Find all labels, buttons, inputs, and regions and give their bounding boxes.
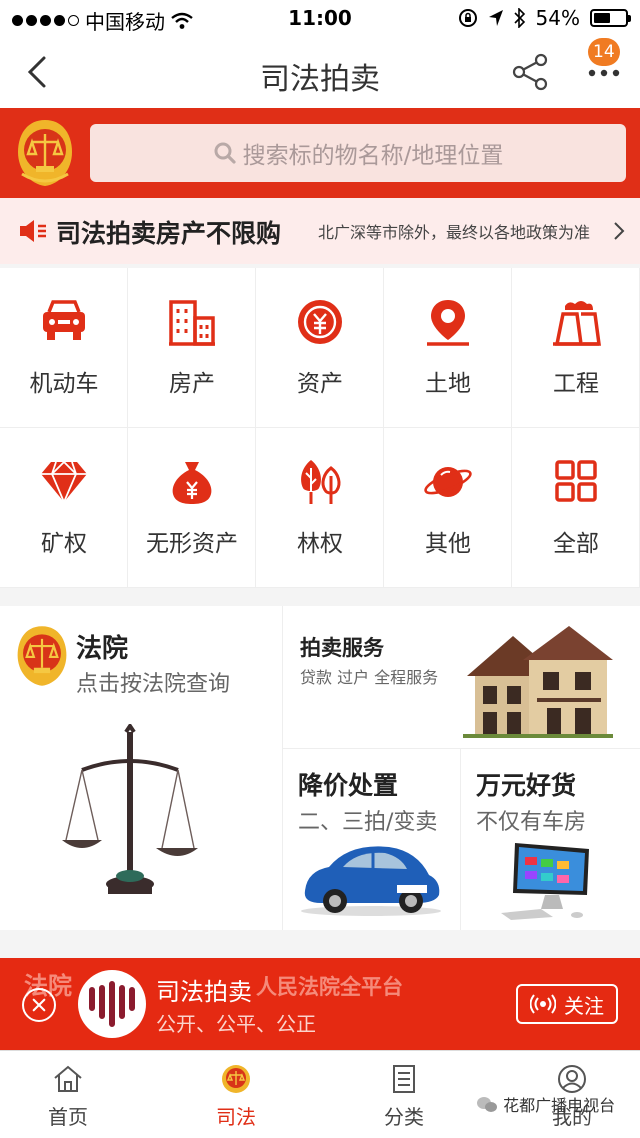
car-image xyxy=(301,846,441,916)
price-cut-title: 降价处置 xyxy=(298,771,399,800)
court-emblem-icon xyxy=(17,626,67,686)
location-arrow-icon xyxy=(488,10,503,26)
chevron-right-icon xyxy=(614,222,625,240)
category-label: 土地 xyxy=(425,371,471,397)
diamond-icon xyxy=(41,460,87,505)
category-label: 机动车 xyxy=(29,371,99,397)
court-emblem-icon xyxy=(222,1065,250,1093)
battery-icon xyxy=(590,9,631,27)
account-avatar xyxy=(78,970,146,1038)
category-forest-rights[interactable]: 林权 xyxy=(256,428,384,588)
search-input[interactable]: 搜索标的物名称/地理位置 xyxy=(90,124,626,182)
follow-button[interactable]: 关注 xyxy=(516,984,618,1024)
battery-percent: 54% xyxy=(535,6,580,30)
search-icon xyxy=(214,142,236,164)
category-label: 矿权 xyxy=(41,531,87,557)
category-assets[interactable]: 资产 xyxy=(256,268,384,428)
user-icon xyxy=(558,1065,586,1093)
price-cut-card[interactable]: 降价处置 二、三拍/变卖 xyxy=(283,749,460,930)
bargain-goods-card[interactable]: 万元好货 不仅有车房 xyxy=(461,749,640,930)
computer-image xyxy=(501,843,589,920)
category-label: 无形资产 xyxy=(146,531,238,557)
category-all[interactable]: 全部 xyxy=(512,428,640,588)
watermark: 花都广播电视台 xyxy=(476,1092,615,1116)
court-emblem-icon xyxy=(18,120,72,186)
tab-categories[interactable]: 分类 xyxy=(340,1051,468,1138)
list-icon xyxy=(393,1065,415,1093)
scales-of-justice-image xyxy=(62,724,198,894)
house-image xyxy=(463,626,613,738)
search-placeholder: 搜索标的物名称/地理位置 xyxy=(242,143,504,169)
category-label: 其他 xyxy=(425,531,471,557)
tab-label: 司法 xyxy=(216,1105,256,1129)
category-other[interactable]: 其他 xyxy=(384,428,512,588)
price-cut-subtitle: 二、三拍/变卖 xyxy=(298,810,438,835)
search-banner: 搜索标的物名称/地理位置 xyxy=(0,108,640,198)
gavel-logo-icon xyxy=(89,981,135,1027)
bargain-subtitle: 不仅有车房 xyxy=(476,810,587,835)
policy-notice[interactable]: 司法拍卖房产不限购 北广深等市除外，最终以各地政策为准 xyxy=(0,198,640,264)
promo-section: 法院 点击按法院查询 拍卖服务 贷款 过户 全程服务 降价处置 二、三拍/变卖 … xyxy=(0,606,640,930)
navigation-bar: 司法拍卖 14 xyxy=(0,36,640,108)
megaphone-icon xyxy=(20,220,46,242)
category-label: 资产 xyxy=(297,371,343,397)
tab-label: 分类 xyxy=(384,1105,424,1129)
category-intangible-assets[interactable]: 无形资产 xyxy=(128,428,256,588)
category-mining-rights[interactable]: 矿权 xyxy=(0,428,128,588)
money-bag-icon xyxy=(172,462,212,504)
category-motor-vehicle[interactable]: 机动车 xyxy=(0,268,128,428)
factory-icon xyxy=(553,301,601,346)
category-grid: 机动车 房产 资产 土地 工程 矿权 无形资产 林权 其他 全部 xyxy=(0,268,640,588)
notification-badge: 14 xyxy=(588,38,620,66)
notice-detail: 北广深等市除外，最终以各地政策为准 xyxy=(318,223,591,242)
bargain-title: 万元好货 xyxy=(476,771,577,800)
rotation-lock-icon xyxy=(458,9,477,27)
broadcast-icon xyxy=(530,994,556,1014)
tab-home[interactable]: 首页 xyxy=(4,1051,132,1138)
car-icon xyxy=(43,300,85,340)
category-engineering[interactable]: 工程 xyxy=(512,268,640,428)
category-label: 房产 xyxy=(169,371,215,397)
tab-judicial[interactable]: 司法 xyxy=(172,1051,300,1138)
auction-service-card[interactable]: 拍卖服务 贷款 过户 全程服务 xyxy=(283,606,640,748)
court-subtitle: 点击按法院查询 xyxy=(76,672,231,697)
category-label: 林权 xyxy=(297,531,343,557)
bluetooth-icon xyxy=(513,8,525,28)
follow-account-bar: 法院 人民法院全平台 司法拍卖 公开、公平、公正 关注 xyxy=(0,958,640,1050)
tree-icon xyxy=(301,460,341,504)
account-name: 司法拍卖 xyxy=(156,978,252,1006)
location-pin-icon xyxy=(427,300,469,346)
court-lookup-card[interactable]: 法院 点击按法院查询 xyxy=(0,606,282,930)
building-icon xyxy=(169,300,215,346)
coin-icon xyxy=(298,300,342,344)
share-icon[interactable] xyxy=(508,52,552,92)
category-label: 工程 xyxy=(553,371,599,397)
planet-icon xyxy=(424,467,472,497)
home-icon xyxy=(54,1065,82,1092)
court-title: 法院 xyxy=(76,634,129,664)
category-real-estate[interactable]: 房产 xyxy=(128,268,256,428)
account-slogan: 公开、公平、公正 xyxy=(156,1012,316,1036)
notice-title: 司法拍卖房产不限购 xyxy=(56,219,282,248)
category-land[interactable]: 土地 xyxy=(384,268,512,428)
grid-icon xyxy=(555,460,597,502)
category-label: 全部 xyxy=(553,531,599,557)
tab-label: 首页 xyxy=(48,1105,88,1129)
close-icon[interactable] xyxy=(22,988,56,1022)
follow-label: 关注 xyxy=(564,993,604,1018)
service-subtitle: 贷款 过户 全程服务 xyxy=(300,668,439,687)
wechat-logo-icon xyxy=(477,1097,497,1112)
status-bar: 中国移动 11:00 54% xyxy=(0,0,640,36)
service-title: 拍卖服务 xyxy=(300,636,384,660)
